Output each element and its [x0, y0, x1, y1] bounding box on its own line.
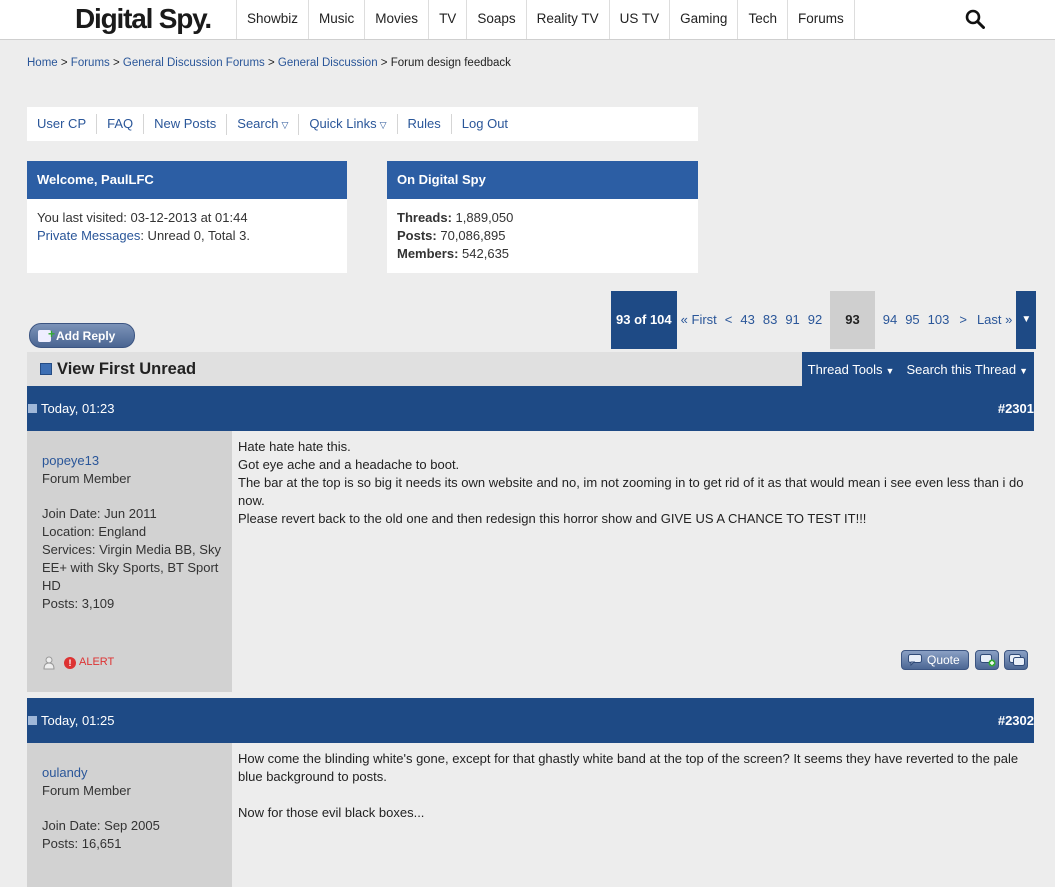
welcome-title: Welcome, PaulLFC — [27, 161, 347, 199]
user-info: Join Date: Jun 2011 Location: England Se… — [42, 506, 221, 611]
quick-reply-button[interactable] — [1004, 650, 1028, 670]
breadcrumb-general-discussion-forums[interactable]: General Discussion Forums — [123, 57, 265, 69]
nav-movies[interactable]: Movies — [364, 0, 428, 39]
user-rank: Forum Member — [42, 471, 131, 486]
pagination: 93 of 104 « First < 43 83 91 92 93 94 95… — [611, 291, 1037, 349]
welcome-box: Welcome, PaulLFC You last visited: 03-12… — [27, 161, 347, 273]
page-link[interactable]: 43 — [736, 291, 758, 349]
next-page-link[interactable]: > — [953, 291, 973, 349]
stats-box: On Digital Spy Threads: 1,889,050 Posts:… — [387, 161, 698, 273]
post-time: Today, 01:23 — [27, 401, 115, 416]
user-rank: Forum Member — [42, 783, 131, 798]
reply-bubble-icon — [1009, 654, 1025, 666]
post-header: Today, 01:23 #2301 — [27, 386, 1034, 431]
username-link[interactable]: oulandy — [42, 765, 88, 780]
search-thread-menu[interactable]: Search this Thread ▼ — [900, 362, 1034, 377]
quick-links-menu[interactable]: Quick Links ▽ — [298, 113, 396, 135]
nav-tech[interactable]: Tech — [737, 0, 787, 39]
post-user-panel: oulandy Forum Member Join Date: Sep 2005… — [27, 743, 232, 887]
nav-showbiz[interactable]: Showbiz — [236, 0, 308, 39]
add-reply-button[interactable]: Add Reply — [29, 322, 135, 348]
add-reply-icon — [38, 322, 55, 347]
page-jump-dropdown[interactable]: ▼ — [1016, 291, 1037, 349]
posts-count: 70,086,895 — [440, 228, 506, 243]
caret-down-icon: ▼ — [1021, 314, 1032, 325]
page-count: 93 of 104 — [611, 291, 677, 349]
breadcrumb-current: Forum design feedback — [390, 57, 511, 69]
log-out-link[interactable]: Log Out — [450, 114, 518, 134]
page-link[interactable]: 95 — [901, 291, 923, 349]
breadcrumb-forums[interactable]: Forums — [71, 57, 110, 69]
search-icon[interactable] — [965, 9, 985, 29]
post-message: How come the blinding white's gone, exce… — [238, 751, 1019, 820]
post-number-link[interactable]: #2301 — [998, 401, 1034, 416]
stats-title: On Digital Spy — [387, 161, 698, 199]
breadcrumb-general-discussion[interactable]: General Discussion — [278, 57, 378, 69]
post-time: Today, 01:25 — [27, 713, 115, 728]
caret-down-icon: ▼ — [885, 365, 895, 376]
view-first-unread-link[interactable]: View First Unread — [40, 360, 196, 379]
page-link[interactable]: 103 — [924, 291, 954, 349]
chevron-down-icon: ▽ — [379, 119, 387, 130]
post-header: Today, 01:25 #2302 — [27, 698, 1034, 743]
speech-bubble-icon — [908, 654, 922, 666]
prev-page-link[interactable]: < — [721, 291, 737, 349]
user-cp-link[interactable]: User CP — [27, 114, 96, 134]
post-user-panel: popeye13 Forum Member Join Date: Jun 201… — [27, 431, 232, 692]
new-posts-link[interactable]: New Posts — [143, 114, 226, 134]
caret-down-icon: ▼ — [1019, 365, 1028, 376]
nav-reality-tv[interactable]: Reality TV — [525, 0, 609, 39]
nav-music[interactable]: Music — [308, 0, 364, 39]
page-link[interactable]: 92 — [804, 291, 826, 349]
chevron-down-icon: ▽ — [281, 119, 289, 130]
last-visited-value: 03-12-2013 at 01:44 — [130, 210, 248, 225]
site-logo[interactable]: Digital Spy. — [75, 2, 212, 36]
page-link[interactable]: 94 — [879, 291, 901, 349]
thread-toolbar: View First Unread Thread Tools ▼ Search t… — [27, 352, 1034, 386]
nav-us-tv[interactable]: US TV — [608, 0, 670, 39]
members-count: 542,635 — [462, 246, 510, 261]
username-link[interactable]: popeye13 — [42, 453, 99, 468]
user-menu: User CP FAQ New Posts Search ▽ Quick Link… — [27, 107, 698, 141]
first-unread-icon — [40, 363, 52, 375]
quote-button[interactable]: Quote — [901, 650, 969, 670]
nav-tv[interactable]: TV — [428, 0, 466, 39]
last-page-link[interactable]: Last » — [973, 291, 1016, 349]
multi-quote-button[interactable] — [975, 650, 999, 670]
page-link[interactable]: 83 — [759, 291, 781, 349]
post-message: Hate hate hate this. Got eye ache and a … — [238, 439, 1024, 526]
first-page-link[interactable]: « First — [677, 291, 721, 349]
search-menu[interactable]: Search ▽ — [226, 113, 298, 135]
current-page: 93 — [830, 291, 875, 349]
faq-link[interactable]: FAQ — [96, 114, 143, 134]
nav-soaps[interactable]: Soaps — [466, 0, 525, 39]
nav-forums[interactable]: Forums — [786, 0, 855, 39]
post-number-link[interactable]: #2302 — [998, 713, 1034, 728]
user-offline-icon — [43, 656, 55, 670]
nav-gaming[interactable]: Gaming — [669, 0, 737, 39]
threads-count: 1,889,050 — [455, 210, 514, 225]
alert-icon: ! — [64, 657, 76, 669]
main-nav: Showbiz Music Movies TV Soaps Reality TV… — [236, 0, 855, 39]
thread-tools-menu[interactable]: Thread Tools ▼ — [802, 362, 901, 377]
breadcrumb: Home > Forums > General Discussion Forum… — [27, 57, 511, 69]
user-info: Join Date: Sep 2005 Posts: 16,651 — [42, 818, 160, 851]
private-messages-link[interactable]: Private Messages — [37, 228, 140, 243]
rules-link[interactable]: Rules — [396, 114, 451, 134]
page-link[interactable]: 91 — [781, 291, 803, 349]
report-post-link[interactable]: ! ALERT — [64, 656, 114, 669]
breadcrumb-home[interactable]: Home — [27, 57, 58, 69]
site-header: Digital Spy. Showbiz Music Movies TV Soa… — [0, 0, 1055, 40]
multi-quote-icon — [980, 654, 996, 667]
